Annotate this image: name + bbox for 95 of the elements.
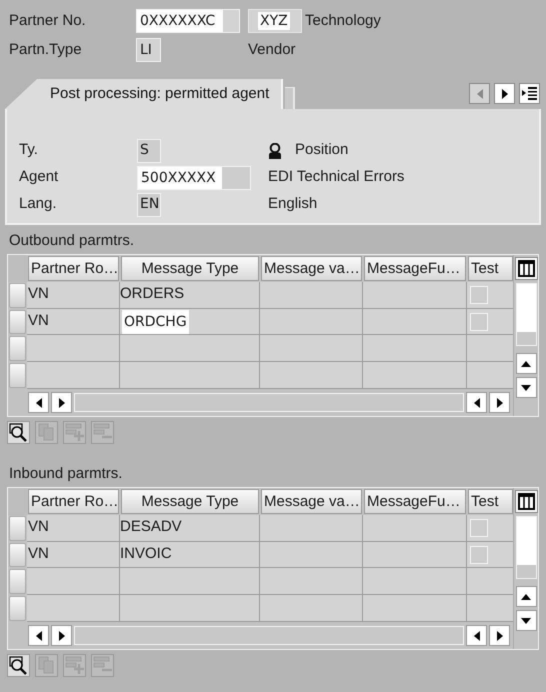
vertical-scrollbar[interactable] xyxy=(516,516,536,579)
row-selector[interactable] xyxy=(9,516,26,541)
scroll-down-button[interactable] xyxy=(516,610,536,631)
left-arrow-icon xyxy=(474,630,480,641)
column-settings-button[interactable] xyxy=(514,490,538,513)
field-description: EDI Technical Errors xyxy=(268,167,404,188)
partner-type-field: LI xyxy=(136,38,161,62)
left-arrow-icon xyxy=(476,88,482,98)
magnifier-icon xyxy=(9,656,28,675)
column-header[interactable]: Test xyxy=(468,489,513,514)
horizontal-scrollbar[interactable] xyxy=(74,626,464,646)
down-arrow-icon xyxy=(521,384,531,390)
horizontal-scrollbar[interactable] xyxy=(74,393,464,412)
column-header[interactable]: Message va… xyxy=(261,489,362,514)
scroll-right-button[interactable] xyxy=(489,392,510,414)
scroll-up-button[interactable] xyxy=(516,353,536,374)
person-icon xyxy=(268,142,282,158)
row-selector[interactable] xyxy=(9,310,26,334)
scroll-left-button[interactable] xyxy=(466,625,487,646)
partner-number-field[interactable]: 0XXXXXXC xyxy=(136,9,240,33)
copy-icon xyxy=(37,423,56,442)
field-label: Lang. xyxy=(19,194,58,214)
scroll-left-button[interactable] xyxy=(28,625,49,646)
right-arrow-icon xyxy=(58,398,64,408)
copy-icon xyxy=(37,656,56,675)
section-title: Outbound parmtrs. xyxy=(9,231,136,251)
field-label: Partn.Type xyxy=(9,40,83,60)
details-button[interactable] xyxy=(7,654,30,677)
right-arrow-icon xyxy=(58,630,64,641)
input-field[interactable]: 500XXXXX xyxy=(137,166,251,190)
right-arrow-icon xyxy=(496,630,502,641)
partner-name-field: XYZ xyxy=(248,9,302,33)
scroll-left-button[interactable] xyxy=(28,392,49,414)
table-cell xyxy=(467,362,514,390)
cell-text: DESADV xyxy=(120,517,182,538)
field-label: Agent xyxy=(19,167,60,188)
left-arrow-icon xyxy=(36,398,42,408)
cell-text: ORDERS xyxy=(120,284,184,304)
vertical-scrollbar[interactable] xyxy=(516,283,536,346)
section-title: Inbound parmtrs. xyxy=(9,464,124,484)
scroll-right-button[interactable] xyxy=(51,625,72,646)
left-arrow-icon xyxy=(474,398,480,408)
down-arrow-icon xyxy=(521,618,531,624)
cell-text: VN xyxy=(27,517,49,538)
column-header[interactable]: Message Type xyxy=(121,256,259,281)
checkbox[interactable] xyxy=(470,518,488,537)
input-field: S xyxy=(137,138,161,162)
row-selector[interactable] xyxy=(9,336,26,362)
table-cell xyxy=(467,595,514,622)
tab-list-button[interactable] xyxy=(519,83,540,104)
checkbox[interactable] xyxy=(470,546,488,564)
column-header[interactable]: MessageFu… xyxy=(364,489,466,514)
details-button[interactable] xyxy=(7,421,30,444)
column-header[interactable]: MessageFu… xyxy=(364,256,466,281)
list-icon xyxy=(522,87,537,100)
insert-row-icon xyxy=(65,656,84,675)
scroll-left-button[interactable] xyxy=(466,392,487,414)
magnifier-icon xyxy=(9,423,28,442)
up-arrow-icon xyxy=(521,360,531,366)
partner-name: Technology xyxy=(305,10,381,31)
field-label: Ty. xyxy=(19,140,39,160)
table-columns-icon xyxy=(518,260,534,277)
cell-text: ORDCHG xyxy=(122,310,189,334)
scroll-right-button[interactable] xyxy=(51,392,72,414)
scroll-up-button[interactable] xyxy=(516,586,536,607)
field-description: English xyxy=(268,194,318,214)
field-description: Position xyxy=(295,140,348,160)
cell-text: VN xyxy=(27,544,49,564)
field-label: Partner No. xyxy=(9,10,87,31)
scroll-right-button[interactable] xyxy=(489,625,510,646)
insert-row-icon xyxy=(65,423,84,442)
partner-type-text: Vendor xyxy=(248,40,296,60)
checkbox[interactable] xyxy=(470,286,488,304)
row-selector[interactable] xyxy=(9,282,26,308)
row-selector[interactable] xyxy=(9,542,26,568)
checkbox[interactable] xyxy=(470,312,488,331)
column-header[interactable]: Partner Ro… xyxy=(28,256,119,281)
column-header[interactable]: Message Type xyxy=(121,489,259,514)
right-arrow-icon xyxy=(496,398,502,408)
column-header[interactable]: Test xyxy=(468,256,513,281)
scroll-down-button[interactable] xyxy=(516,377,536,398)
row-selector[interactable] xyxy=(9,569,26,594)
column-header[interactable]: Message va… xyxy=(261,256,362,281)
next-tab-button[interactable] xyxy=(494,83,515,104)
cell-text: INVOIC xyxy=(120,544,172,564)
right-arrow-icon xyxy=(502,88,508,98)
column-header[interactable]: Partner Ro… xyxy=(28,489,119,514)
input-field: EN xyxy=(137,192,161,216)
left-arrow-icon xyxy=(36,630,42,641)
column-settings-button[interactable] xyxy=(514,257,538,280)
cell-text: VN xyxy=(27,311,49,332)
cell-text: VN xyxy=(27,284,49,304)
tab[interactable]: Post processing: permitted agent xyxy=(5,79,284,109)
table-columns-icon xyxy=(518,493,534,510)
up-arrow-icon xyxy=(521,594,531,600)
